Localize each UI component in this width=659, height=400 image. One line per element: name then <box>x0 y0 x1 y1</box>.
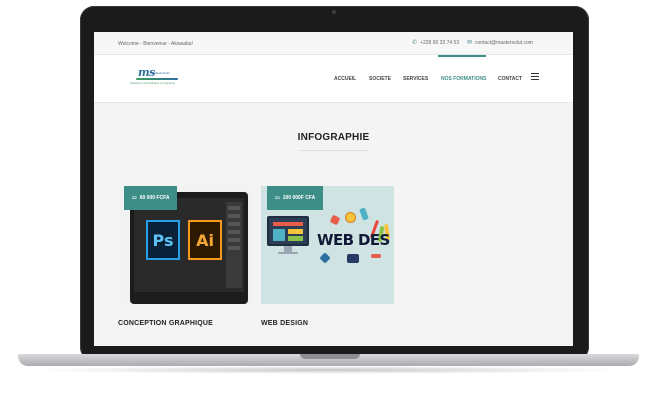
website-screen: Welcome - Bienvenue - Akwaaba! ✆ +228 90… <box>94 32 573 346</box>
envelope-icon: ✉ <box>467 40 473 46</box>
nav-item-accueil[interactable]: ACCUEIL <box>334 76 356 82</box>
laptop-mockup: Welcome - Bienvenue - Akwaaba! ✆ +228 90… <box>0 0 659 400</box>
price-value: 60 000 FCFA <box>139 195 170 201</box>
tools-panel <box>226 202 242 288</box>
page-title: INFOGRAPHIE <box>297 132 370 143</box>
nav-active-indicator <box>438 55 486 57</box>
brush-icon <box>371 254 381 258</box>
course-title[interactable]: CONCEPTION GRAPHIQUE <box>118 320 213 327</box>
phone-icon: ✆ <box>412 40 418 46</box>
illustrator-logo-icon: Ai <box>188 220 222 260</box>
web-design-text: WEB DES <box>317 231 390 249</box>
site-header: ms MasterSolut Solutions informatiques &… <box>94 55 573 103</box>
photoshop-logo-icon: Ps <box>146 220 180 260</box>
clock-icon <box>345 212 356 223</box>
cube-icon <box>319 252 331 264</box>
website-illustration <box>267 216 309 246</box>
phone-number: +228 90 33 74 53 <box>420 40 460 46</box>
monitor-foot <box>278 252 298 254</box>
title-divider <box>299 150 368 151</box>
course-card-web-design[interactable]: WEB DES ▭ 100 000F CFA <box>261 186 394 304</box>
nav-item-services[interactable]: SERVICES <box>403 76 428 82</box>
course-card-graphic-design[interactable]: Ps Ai ▭ 60 000 FCFA <box>118 186 251 304</box>
course-title[interactable]: WEB DESIGN <box>261 320 308 327</box>
price-tag-icon: ▭ <box>132 195 137 201</box>
phone-contact[interactable]: ✆ +228 90 33 74 53 <box>412 40 459 46</box>
nav-item-contact[interactable]: CONTACT <box>498 76 522 82</box>
price-tag-icon: ▭ <box>275 195 280 201</box>
email-contact[interactable]: ✉ contact@mastersolut.com <box>467 40 533 46</box>
gear-icon <box>329 214 341 226</box>
price-badge: ▭ 60 000 FCFA <box>124 186 178 210</box>
laptop-shadow <box>30 366 628 374</box>
site-logo[interactable]: ms MasterSolut Solutions informatiques &… <box>130 66 192 90</box>
nav-item-societe[interactable]: SOCIETE <box>369 76 391 82</box>
webcam-dot <box>332 10 336 14</box>
camera-icon <box>347 254 359 263</box>
logo-brand: MasterSolut <box>154 71 171 75</box>
email-address: contact@mastersolut.com <box>475 40 533 46</box>
logo-tagline: Solutions informatiques & Ingénierie <box>130 82 176 85</box>
top-info-bar: Welcome - Bienvenue - Akwaaba! ✆ +228 90… <box>94 32 573 55</box>
welcome-text: Welcome - Bienvenue - Akwaaba! <box>118 41 193 47</box>
logo-swoosh <box>136 78 178 80</box>
laptop-notch <box>300 354 360 359</box>
ruler-icon <box>359 207 369 221</box>
nav-item-nos-formations[interactable]: NOS FORMATIONS <box>441 76 486 82</box>
price-badge: ▭ 100 000F CFA <box>267 186 324 210</box>
price-value: 100 000F CFA <box>282 195 316 201</box>
hamburger-menu-icon[interactable] <box>531 73 539 80</box>
